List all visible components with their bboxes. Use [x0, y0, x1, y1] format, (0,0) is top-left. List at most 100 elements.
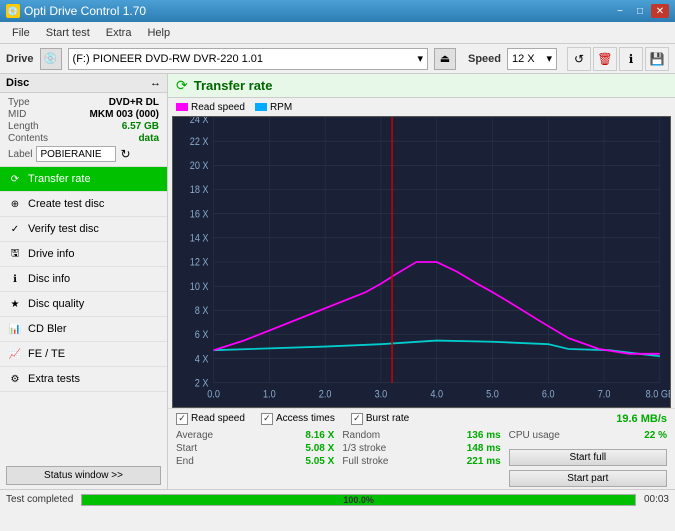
speed-dropdown[interactable]: 12 X ▾: [507, 48, 557, 70]
nav-disc-quality[interactable]: ★ Disc quality: [0, 292, 167, 317]
svg-text:22 X: 22 X: [190, 136, 209, 148]
chart-canvas: 2 X 4 X 6 X 8 X 10 X 12 X 14 X 16 X 18 X…: [172, 116, 671, 408]
disc-header-arrow[interactable]: ↔: [150, 77, 161, 89]
nav-drive-info-label: Drive info: [28, 248, 74, 260]
start-label: Start: [176, 443, 197, 454]
extra-tests-icon: ⚙: [8, 372, 22, 386]
cb-burst-rate-box[interactable]: [351, 413, 363, 425]
transfer-rate-icon: ⟳: [8, 172, 22, 186]
timer: 00:03: [644, 494, 669, 505]
disc-length-value: 6.57 GB: [122, 121, 159, 132]
disc-mid-label: MID: [8, 109, 26, 120]
svg-text:18 X: 18 X: [190, 184, 209, 196]
chart-area: ⟳ Transfer rate Read speed RPM: [168, 74, 675, 489]
disc-label-label: Label: [8, 149, 32, 160]
nav-extra-tests[interactable]: ⚙ Extra tests: [0, 367, 167, 392]
menu-start-test[interactable]: Start test: [38, 25, 98, 41]
avg-label: Average: [176, 430, 213, 441]
start-full-button[interactable]: Start full: [509, 449, 667, 466]
progress-label: 100.0%: [343, 495, 374, 505]
drive-icon-btn[interactable]: 💿: [40, 48, 62, 70]
drive-bar: Drive 💿 (F:) PIONEER DVD-RW DVR-220 1.01…: [0, 44, 675, 74]
random-label: Random: [342, 430, 380, 441]
menu-help[interactable]: Help: [139, 25, 178, 41]
chart-header: ⟳ Transfer rate: [168, 74, 675, 98]
svg-text:24 X: 24 X: [190, 117, 209, 126]
legend-read-speed: Read speed: [176, 102, 245, 113]
stats-col-right: CPU usage 22 % Start full Start part: [509, 430, 667, 487]
svg-text:1.0: 1.0: [263, 389, 276, 401]
main-area: Disc ↔ Type DVD+R DL MID MKM 003 (000) L…: [0, 74, 675, 489]
cb-burst-rate[interactable]: Burst rate: [351, 413, 409, 425]
random-value: 136 ms: [467, 430, 501, 441]
disc-quality-icon: ★: [8, 297, 22, 311]
svg-text:8 X: 8 X: [195, 305, 209, 317]
nav-disc-quality-label: Disc quality: [28, 298, 84, 310]
nav-transfer-rate-label: Transfer rate: [28, 173, 91, 185]
cb-access-times-label: Access times: [276, 413, 335, 424]
nav-fe-te[interactable]: 📈 FE / TE: [0, 342, 167, 367]
nav-cd-bler[interactable]: 📊 CD Bler: [0, 317, 167, 342]
start-part-button[interactable]: Start part: [509, 470, 667, 487]
title-bar-text: Opti Drive Control 1.70: [24, 4, 146, 18]
drive-dropdown[interactable]: (F:) PIONEER DVD-RW DVR-220 1.01 ▾: [68, 48, 428, 70]
legend-read-speed-color: [176, 103, 188, 111]
svg-text:16 X: 16 X: [190, 209, 209, 221]
disc-type-label: Type: [8, 97, 30, 108]
chart-header-icon: ⟳: [176, 77, 188, 94]
disc-type-value: DVD+R DL: [109, 97, 159, 108]
svg-text:10 X: 10 X: [190, 281, 209, 293]
cb-read-speed-label: Read speed: [191, 413, 245, 424]
chart-title: Transfer rate: [194, 78, 273, 93]
nav-verify-test-disc-label: Verify test disc: [28, 223, 99, 235]
disc-mid-value: MKM 003 (000): [90, 109, 159, 120]
stroke-full-label: Full stroke: [342, 456, 388, 467]
menu-extra[interactable]: Extra: [98, 25, 140, 41]
stroke-full-value: 221 ms: [467, 456, 501, 467]
eject-button[interactable]: ⏏: [434, 48, 456, 70]
legend-read-speed-label: Read speed: [191, 102, 245, 113]
close-button[interactable]: ✕: [651, 4, 669, 18]
burst-rate-value: 19.6 MB/s: [616, 413, 667, 425]
status-window-button[interactable]: Status window >>: [6, 466, 161, 485]
svg-text:6.0: 6.0: [542, 389, 555, 401]
legend-rpm: RPM: [255, 102, 292, 113]
cb-read-speed-box[interactable]: [176, 413, 188, 425]
info-button[interactable]: ℹ: [619, 47, 643, 71]
stats-col-middle: Random 136 ms 1/3 stroke 148 ms Full str…: [342, 430, 500, 487]
cd-bler-icon: 📊: [8, 322, 22, 336]
svg-text:14 X: 14 X: [190, 233, 209, 245]
stats-area: Average 8.16 X Start 5.08 X End 5.05 X R…: [168, 428, 675, 489]
nav-disc-info[interactable]: ℹ Disc info: [0, 267, 167, 292]
svg-text:7.0: 7.0: [598, 389, 611, 401]
cb-read-speed[interactable]: Read speed: [176, 413, 245, 425]
disc-header: Disc ↔: [0, 74, 167, 93]
disc-label-input[interactable]: [36, 146, 116, 162]
legend-rpm-color: [255, 103, 267, 111]
status-text: Test completed: [6, 494, 73, 505]
cb-access-times[interactable]: Access times: [261, 413, 335, 425]
save-button[interactable]: 💾: [645, 47, 669, 71]
minimize-button[interactable]: −: [611, 4, 629, 18]
stroke13-value: 148 ms: [467, 443, 501, 454]
nav-verify-test-disc[interactable]: ✓ Verify test disc: [0, 217, 167, 242]
svg-text:12 X: 12 X: [190, 257, 209, 269]
chart-legend: Read speed RPM: [168, 98, 675, 116]
erase-button[interactable]: 🗑: [593, 47, 617, 71]
maximize-button[interactable]: □: [631, 4, 649, 18]
svg-text:6 X: 6 X: [195, 329, 209, 341]
stroke13-label: 1/3 stroke: [342, 443, 386, 454]
nav-disc-info-label: Disc info: [28, 273, 70, 285]
cb-access-times-box[interactable]: [261, 413, 273, 425]
nav-fe-te-label: FE / TE: [28, 348, 65, 360]
disc-contents-label: Contents: [8, 133, 48, 144]
disc-label-refresh-icon[interactable]: ↻: [120, 147, 130, 161]
nav-create-test-disc[interactable]: ⊕ Create test disc: [0, 192, 167, 217]
disc-info-icon: ℹ: [8, 272, 22, 286]
nav-transfer-rate[interactable]: ⟳ Transfer rate: [0, 167, 167, 192]
refresh-button[interactable]: ↺: [567, 47, 591, 71]
nav-drive-info[interactable]: 🖫 Drive info: [0, 242, 167, 267]
drive-label: Drive: [6, 53, 34, 65]
menu-file[interactable]: File: [4, 25, 38, 41]
legend-rpm-label: RPM: [270, 102, 292, 113]
